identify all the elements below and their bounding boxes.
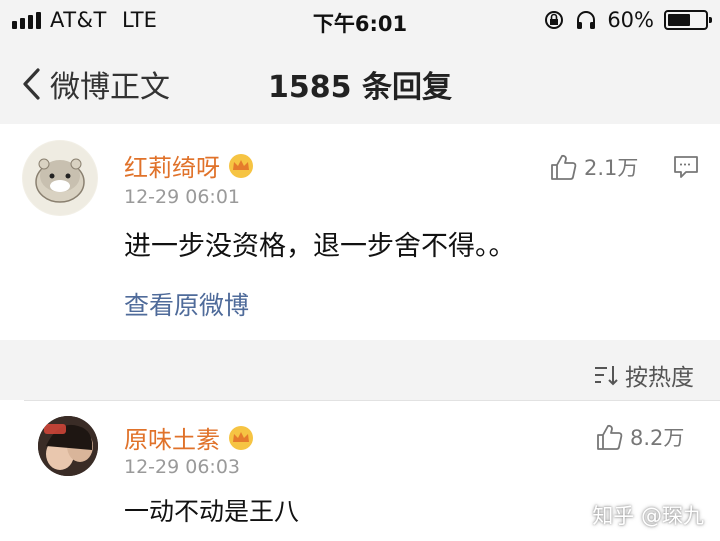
post-like-count: 2.1万 [584, 156, 639, 180]
battery-percent: 60% [607, 8, 654, 32]
sort-by-hot-button[interactable]: 按热度 [593, 358, 694, 392]
reply-content: 一动不动是王八 [124, 497, 300, 526]
reply-like-count: 8.2万 [630, 426, 685, 450]
reply-like-button[interactable]: 8.2万 [594, 422, 684, 452]
post-content: 进一步没资格，退一步舍不得。。 [124, 231, 516, 262]
post-like-button[interactable]: 2.1万 [548, 152, 638, 182]
reply-avatar[interactable] [38, 416, 98, 476]
nav-bar: 微博正文 1585 条回复 [0, 44, 720, 120]
reply-username-row: 原味土素 [124, 420, 256, 455]
avatar[interactable] [22, 140, 98, 216]
couple-photo-avatar-icon [38, 416, 98, 476]
battery-icon [664, 10, 712, 30]
post-timestamp: 12-29 06:01 [124, 186, 241, 208]
sort-label: 按热度 [625, 365, 694, 391]
reply-timestamp: 12-29 06:03 [124, 456, 241, 478]
rotation-lock-icon [545, 11, 564, 29]
crown-badge-icon [229, 425, 253, 450]
page-title: 1585 条回复 [268, 70, 452, 105]
sort-icon [595, 366, 618, 386]
post-username[interactable]: 红莉绮呀 [124, 148, 220, 183]
view-original-link[interactable]: 查看原微博 [124, 286, 249, 322]
post-card: 红莉绮呀 12-29 06:01 进一步没资格，退一步舍不得。。 查看原微博 2… [0, 124, 720, 340]
reply-username[interactable]: 原味土素 [124, 420, 220, 455]
thumbs-up-icon [551, 154, 577, 180]
thumbs-up-icon [597, 424, 623, 450]
post-username-row: 红莉绮呀 [124, 148, 256, 183]
divider [24, 400, 720, 401]
comment-button[interactable] [672, 154, 700, 184]
hamster-avatar-icon [23, 141, 97, 215]
headphones-icon [577, 11, 596, 29]
crown-badge-icon [229, 153, 253, 178]
watermark: 知乎 @琛九 [592, 504, 704, 528]
status-bar: AT&T LTE 下午6:01 60% [0, 0, 720, 42]
comment-icon [674, 156, 698, 178]
